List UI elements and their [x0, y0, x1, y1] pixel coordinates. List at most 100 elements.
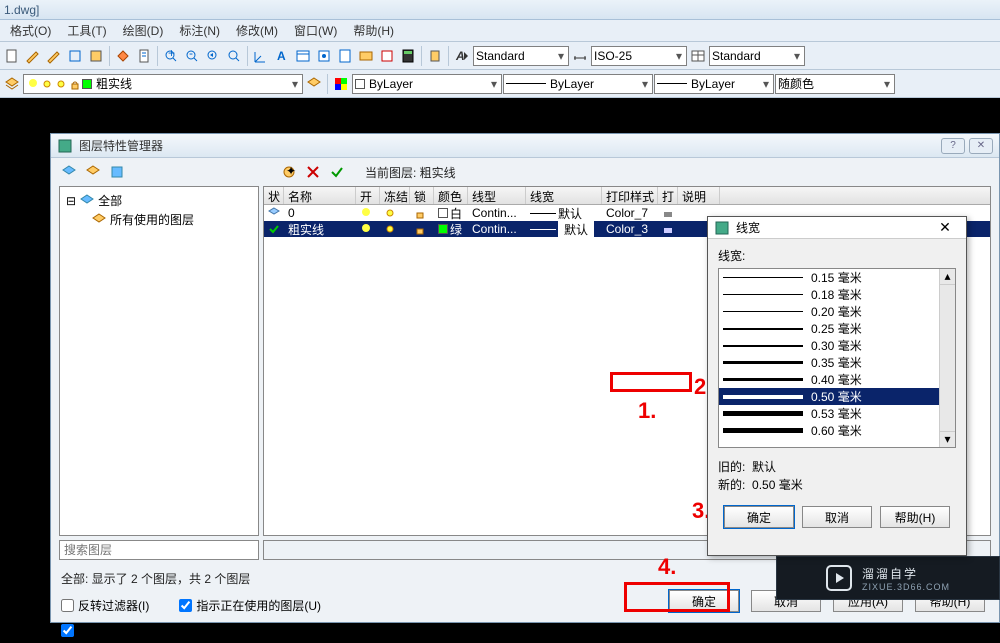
textstyle-icon[interactable]: A	[452, 46, 472, 66]
printer-icon[interactable]	[662, 207, 674, 219]
dialog-titlebar[interactable]: 图层特性管理器 ? ✕	[51, 134, 999, 158]
new-filter-icon[interactable]	[59, 162, 79, 182]
zoom-in-icon[interactable]: +	[161, 46, 181, 66]
bycolor-combo[interactable]: 随颜色 ▾	[775, 74, 895, 94]
lineweight-option[interactable]: 0.20 毫米	[719, 303, 955, 320]
text-icon[interactable]: A	[272, 46, 292, 66]
lineweight-option[interactable]: 0.18 毫米	[719, 286, 955, 303]
lineweight-option[interactable]: 0.50 毫米	[719, 388, 955, 405]
menu-modify[interactable]: 修改(M)	[228, 20, 286, 41]
lineweight-option[interactable]: 0.53 毫米	[719, 405, 955, 422]
scrollbar-v[interactable]: ▴ ▾	[939, 269, 955, 447]
menu-draw[interactable]: 绘图(D)	[115, 20, 172, 41]
props-icon[interactable]	[293, 46, 313, 66]
menu-format[interactable]: 格式(O)	[2, 20, 59, 41]
layers2-icon[interactable]	[304, 74, 324, 94]
dimstyle-icon[interactable]	[570, 46, 590, 66]
col-color[interactable]: 颜色	[434, 187, 468, 204]
tree-root[interactable]: 全部	[98, 192, 122, 209]
indicate-in-use-checkbox[interactable]: 指示正在使用的图层(U)	[179, 597, 321, 614]
lineweight-combo[interactable]: ByLayer ▾	[503, 74, 653, 94]
ok-button[interactable]: 确定	[669, 590, 739, 612]
lw-titlebar[interactable]: 线宽 ✕	[708, 217, 966, 239]
dc-icon[interactable]	[314, 46, 334, 66]
tablestyle-icon[interactable]	[688, 46, 708, 66]
set-current-icon[interactable]	[327, 162, 347, 182]
tp-icon[interactable]	[335, 46, 355, 66]
zoom-out-icon[interactable]: -	[182, 46, 202, 66]
color-icon[interactable]	[331, 74, 351, 94]
bulb-icon[interactable]	[360, 223, 372, 235]
lineweight-option[interactable]: 0.60 毫米	[719, 422, 955, 439]
menu-window[interactable]: 窗口(W)	[286, 20, 345, 41]
col-status[interactable]: 状	[264, 187, 284, 204]
sheet-icon[interactable]	[134, 46, 154, 66]
col-freeze[interactable]: 冻结	[380, 187, 410, 204]
col-linetype[interactable]: 线型	[468, 187, 526, 204]
lock-icon[interactable]	[414, 207, 426, 219]
lineweight-option[interactable]: 0.35 毫米	[719, 354, 955, 371]
pencil-icon[interactable]	[23, 46, 43, 66]
cell-linetype[interactable]: Contin...	[468, 222, 526, 236]
col-lineweight[interactable]: 线宽	[526, 187, 602, 204]
col-plotstyle[interactable]: 打印样式	[602, 187, 658, 204]
col-name[interactable]: 名称	[284, 187, 356, 204]
lineweight-option[interactable]: 0.40 毫米	[719, 371, 955, 388]
cell-linetype[interactable]: Contin...	[468, 206, 526, 220]
paste-icon[interactable]	[425, 46, 445, 66]
menu-tools[interactable]: 工具(T)	[59, 20, 114, 41]
color-swatch[interactable]	[438, 224, 448, 234]
bulb-icon[interactable]	[360, 207, 372, 219]
cell-name[interactable]: 粗实线	[284, 221, 356, 238]
close-icon[interactable]: ✕	[930, 219, 960, 236]
sun-icon[interactable]	[384, 223, 396, 235]
linetype-combo[interactable]: ByLayer ▾	[352, 74, 502, 94]
search-layer-input[interactable]	[59, 540, 259, 560]
block-icon[interactable]	[65, 46, 85, 66]
cell-plotstyle[interactable]: Color_3	[602, 222, 658, 236]
scroll-down-icon[interactable]: ▾	[940, 431, 955, 447]
match-icon[interactable]	[113, 46, 133, 66]
box-icon[interactable]	[86, 46, 106, 66]
col-plot[interactable]: 打	[658, 187, 678, 204]
lineweight-option[interactable]: 0.15 毫米	[719, 269, 955, 286]
cell-plotstyle[interactable]: Color_7	[602, 206, 658, 220]
zoom-prev-icon[interactable]	[203, 46, 223, 66]
sun-icon[interactable]	[384, 207, 396, 219]
new-group-icon[interactable]	[83, 162, 103, 182]
menu-help[interactable]: 帮助(H)	[345, 20, 402, 41]
filter-tree[interactable]: ⊟ 全部 所有使用的图层	[59, 186, 259, 536]
col-on[interactable]: 开	[356, 187, 380, 204]
text-style-combo[interactable]: Standard▾	[473, 46, 569, 66]
plotstyle-combo[interactable]: ByLayer ▾	[654, 74, 774, 94]
color-swatch[interactable]	[438, 208, 448, 218]
apply-toolbar-checkbox[interactable]: 应用到图层工具栏(T)	[61, 622, 189, 639]
zoom-ext-icon[interactable]	[224, 46, 244, 66]
lw-cancel-button[interactable]: 取消	[802, 506, 872, 528]
lw-ok-button[interactable]: 确定	[724, 506, 794, 528]
layers-icon[interactable]	[2, 74, 22, 94]
tree-child[interactable]: 所有使用的图层	[110, 211, 194, 228]
calc-icon[interactable]	[398, 46, 418, 66]
lw-help-button[interactable]: 帮助(H)	[880, 506, 950, 528]
col-desc[interactable]: 说明	[678, 187, 720, 204]
lineweight-option[interactable]: 0.30 毫米	[719, 337, 955, 354]
delete-layer-icon[interactable]	[303, 162, 323, 182]
collapse-icon[interactable]: ⊟	[66, 194, 76, 208]
new-icon[interactable]	[2, 46, 22, 66]
close-icon[interactable]: ✕	[969, 138, 993, 154]
cell-lineweight[interactable]: 默认	[558, 205, 582, 222]
pencil2-icon[interactable]	[44, 46, 64, 66]
invert-filter-checkbox[interactable]: 反转过滤器(I)	[61, 597, 149, 614]
printer-icon[interactable]	[662, 223, 674, 235]
lock-icon[interactable]	[414, 223, 426, 235]
col-lock[interactable]: 锁	[410, 187, 434, 204]
states-icon[interactable]	[107, 162, 127, 182]
wcs-icon[interactable]	[251, 46, 271, 66]
lineweight-option[interactable]: 0.25 毫米	[719, 320, 955, 337]
new-layer-icon[interactable]: ✦	[279, 162, 299, 182]
ssm-icon[interactable]	[356, 46, 376, 66]
mark-icon[interactable]	[377, 46, 397, 66]
cell-lineweight[interactable]: 默认	[558, 221, 594, 238]
cell-name[interactable]: 0	[284, 206, 356, 220]
